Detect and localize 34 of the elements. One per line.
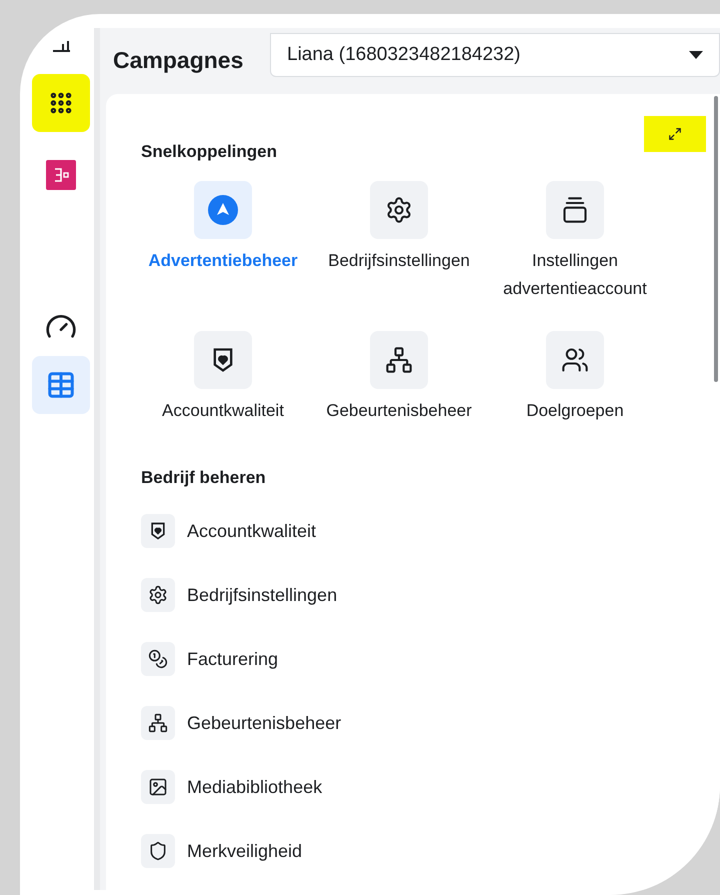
menu-item[interactable]: Merkveiligheid [141, 834, 685, 868]
menu-item[interactable]: Accountkwaliteit [141, 514, 685, 548]
logo-icon [46, 160, 76, 190]
nodes-icon [148, 713, 168, 733]
apps-icon [48, 90, 74, 116]
arrow-up-circle-icon [207, 194, 239, 226]
menu-item[interactable]: Facturering [141, 642, 685, 676]
settings-icon [385, 196, 413, 224]
shortcut-tile[interactable]: Bedrijfsinstellingen [311, 180, 487, 318]
table-icon [46, 370, 76, 400]
settings-icon [148, 585, 168, 605]
nodes-icon [385, 346, 413, 374]
shortcut-tile[interactable]: Accountkwaliteit [135, 330, 311, 468]
menu-item[interactable]: Mediabibliotheek [141, 770, 685, 804]
shortcut-tile[interactable]: Instellingen advertentieaccount [487, 180, 663, 318]
shortcut-tile[interactable]: Doelgroepen [487, 330, 663, 468]
menu-item[interactable]: Gebeurtenisbeheer [141, 706, 685, 740]
shield-icon [148, 841, 168, 861]
section-title: Snelkoppelingen [141, 141, 278, 163]
chart-icon [51, 38, 71, 52]
caret-icon [689, 51, 703, 59]
coins-icon [148, 649, 168, 669]
sidebar-item[interactable] [32, 74, 90, 132]
account-select[interactable]: Liana (1680323482184232) [270, 33, 720, 77]
expand-icon [668, 127, 682, 141]
shortcut-tile[interactable]: Advertentiebeheer [135, 180, 311, 318]
shortcut-tile[interactable]: Gebeurtenisbeheer [311, 330, 487, 468]
page-title: Campagnes [112, 46, 244, 75]
image-icon [148, 777, 168, 797]
section-title: Bedrijf beheren [141, 466, 267, 488]
scrollbar[interactable] [714, 96, 718, 382]
cards-icon [561, 196, 589, 224]
people-icon [561, 346, 589, 374]
menu-item[interactable]: Bedrijfsinstellingen [141, 578, 685, 612]
